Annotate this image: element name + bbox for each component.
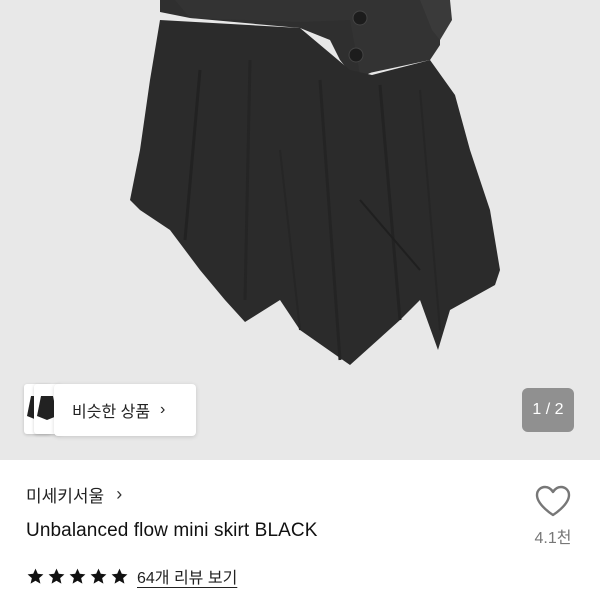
star-icon xyxy=(27,568,44,584)
similar-products-pill[interactable]: 비슷한 상품 › xyxy=(54,384,196,436)
product-image-gallery[interactable]: 비슷한 상품 › 1 / 2 xyxy=(0,0,600,460)
review-link[interactable]: 64개 리뷰 보기 xyxy=(137,564,237,588)
like-count: 4.1천 xyxy=(534,530,572,547)
heart-icon xyxy=(535,485,571,517)
chevron-right-icon: › xyxy=(116,484,123,504)
rating-stars xyxy=(26,567,129,586)
star-icon xyxy=(90,568,107,584)
image-page-indicator: 1 / 2 xyxy=(522,388,574,432)
chevron-right-icon: › xyxy=(160,401,166,418)
similar-products-label: 비슷한 상품 xyxy=(72,404,151,421)
similar-products-button[interactable]: 비슷한 상품 › xyxy=(24,384,196,436)
brand-name: 미세키서울 xyxy=(26,487,105,506)
star-icon xyxy=(48,568,65,584)
rating-row: 64개 리뷰 보기 xyxy=(26,564,237,588)
star-icon xyxy=(111,568,128,584)
product-info: 미세키서울 › Unbalanced flow mini skirt BLACK… xyxy=(0,460,600,600)
brand-link[interactable]: 미세키서울 › xyxy=(26,482,122,507)
star-icon xyxy=(69,568,86,584)
like-button[interactable]: 4.1천 xyxy=(528,484,578,564)
product-title: Unbalanced flow mini skirt BLACK xyxy=(26,520,318,541)
